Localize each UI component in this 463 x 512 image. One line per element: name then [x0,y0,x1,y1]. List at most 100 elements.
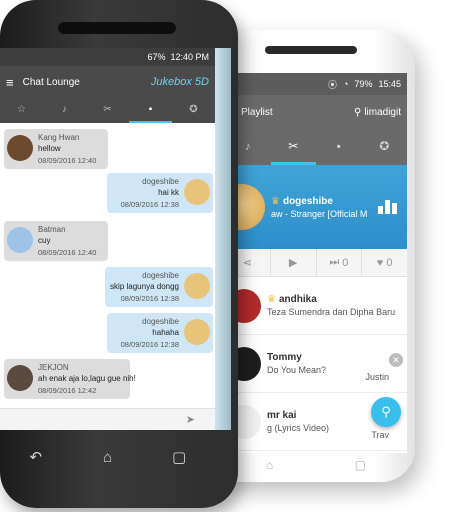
flame-icon: ✂ [288,138,299,153]
send-icon[interactable]: ➤ [186,413,195,426]
like-button[interactable]: ♥ 0 [362,249,407,276]
status-time: 12:40 PM [170,52,209,62]
close-icon: ✕ [392,354,400,365]
back-tab-bar: ♪ ✂ ▪ ✪ [225,129,407,165]
chat-icon: ▪ [148,104,153,115]
front-screen-edge [215,48,231,430]
chat-message[interactable]: dogeshibe hahaha 08/09/2016 12:38 [107,313,213,353]
tab-favorites[interactable]: ☆ [0,98,43,123]
message-time: 08/09/2016 12:40 [38,248,97,257]
page-title: Chat Lounge [22,76,80,88]
badge-icon: ✪ [379,138,390,153]
tab-badge[interactable]: ✪ [172,98,215,123]
app-logo: Jukebox 5D [150,76,209,88]
chat-message[interactable]: JEKJON ah enak aja lo,lagu gue nih! 08/0… [4,359,136,399]
avatar [7,227,33,253]
avatar [7,135,33,161]
recent-apps-button[interactable]: ▢ [355,458,366,472]
flame-icon: ✂ [103,104,112,115]
avatar [184,273,210,299]
tab-chat[interactable]: ▪ [316,129,362,165]
chat-thread: Kang Hwan hellow 08/09/2016 12:40 dogesh… [0,123,215,408]
heart-icon: ♥ [376,256,384,269]
tab-playlist[interactable]: ✂ [270,129,316,165]
message-text: skip lagunya dongg [110,282,179,291]
back-app-bar: Playlist ⚲ limadigit [225,95,407,129]
location-status-icon: ⦿ [328,79,338,90]
chat-message[interactable]: dogeshibe hai kk 08/09/2016 12:38 [107,173,213,213]
front-speaker [58,22,176,34]
message-text: cuy [38,236,51,245]
remove-button[interactable]: ✕ [389,353,403,367]
skip-count: 0 [342,256,349,269]
recent-apps-button[interactable]: ▢ [164,442,194,472]
message-text: ah enak aja lo,lagu gue nih! [38,374,136,383]
play-icon: ▶ [288,257,298,269]
message-text: hahaha [152,328,179,337]
playback-controls: ⋖ ▶ ⏭ 0 ♥ 0 [225,249,407,277]
phones-mockup: ⦿ ◔ 79% 15:45 Playlist ⚲ limadigit ♪ ✂ ▪… [0,0,463,512]
sender-name: Kang Hwan [38,133,80,142]
skip-button[interactable]: ⏭ 0 [317,249,363,276]
queue-track: Do You Mean? [267,365,327,375]
wifi-icon: ◔ [343,79,349,89]
menu-icon[interactable]: ≡ [6,75,14,90]
front-nav-bar: ↶ ⌂ ▢ [0,430,215,484]
battery-percent: 79% [354,79,373,89]
tab-chat[interactable]: ▪ [129,98,172,123]
home-button[interactable]: ⌂ [92,442,122,472]
front-phone: 67% 12:40 PM ≡ Chat Lounge Jukebox 5D ☆ … [0,0,238,508]
avatar [184,179,210,205]
front-screen: 67% 12:40 PM ≡ Chat Lounge Jukebox 5D ☆ … [0,48,215,430]
now-playing-card[interactable]: ♛ dogeshibe aw - Stranger [Official M [225,165,407,249]
back-button[interactable]: ↶ [21,442,51,472]
home-button[interactable]: ⌂ [266,458,273,472]
location-selector[interactable]: ⚲ limadigit [354,107,401,118]
tab-music[interactable]: ♪ [43,98,86,123]
tab-playlist[interactable]: ✂ [86,98,129,123]
search-icon: ⚲ [381,404,391,419]
battery-percent: 67% [147,52,166,62]
message-time: 08/09/2016 12:38 [120,340,179,349]
chat-message[interactable]: Batman cuy 08/09/2016 12:40 [4,221,108,261]
message-time: 08/09/2016 12:42 [38,386,97,395]
queue-user: andhika [278,294,317,305]
tab-badge[interactable]: ✪ [362,129,408,165]
equalizer-icon [378,200,397,214]
skip-icon: ⏭ [329,256,340,268]
back-nav-bar: ⌂ ▢ [225,454,407,476]
message-text: hellow [38,144,61,153]
queue-artist: Trav [371,430,389,440]
search-fab[interactable]: ⚲ [371,397,401,427]
list-item[interactable]: Tommy Do You Mean? Justin ✕ [225,335,407,393]
star-icon: ☆ [17,104,26,115]
location-label: limadigit [364,106,401,118]
share-icon: ⋖ [242,257,252,269]
play-button[interactable]: ▶ [271,249,317,276]
message-composer[interactable]: ➤ [0,408,215,430]
message-time: 08/09/2016 12:38 [120,294,179,303]
message-time: 08/09/2016 12:40 [38,156,97,165]
badge-icon: ✪ [189,104,198,115]
sender-name: dogeshibe [142,177,179,186]
chat-icon: ▪ [336,138,341,153]
front-tab-bar: ☆ ♪ ✂ ▪ ✪ [0,98,215,123]
sender-name: dogeshibe [142,271,179,280]
queue-artist: Justin [365,372,389,382]
message-time: 08/09/2016 12:38 [120,200,179,209]
back-screen: ⦿ ◔ 79% 15:45 Playlist ⚲ limadigit ♪ ✂ ▪… [225,73,407,453]
page-title: Playlist [241,106,273,118]
sender-name: JEKJON [38,363,69,372]
back-speaker [265,46,357,54]
now-playing-track: aw - Stranger [Official M [271,208,368,219]
list-item[interactable]: ♛ andhika Teza Sumendra dan Dipha Baru [225,277,407,335]
note-icon: ♪ [244,138,251,153]
message-text: hai kk [158,188,179,197]
queue-track: Teza Sumendra dan Dipha Baru [267,307,396,317]
crown-icon: ♛ [267,294,276,305]
now-playing-user: dogeshibe [282,195,333,207]
chat-message[interactable]: dogeshibe skip lagunya dongg 08/09/2016 … [105,267,213,307]
chat-message[interactable]: Kang Hwan hellow 08/09/2016 12:40 [4,129,108,169]
back-status-bar: ⦿ ◔ 79% 15:45 [225,73,407,95]
front-app-bar: ≡ Chat Lounge Jukebox 5D [0,66,215,98]
